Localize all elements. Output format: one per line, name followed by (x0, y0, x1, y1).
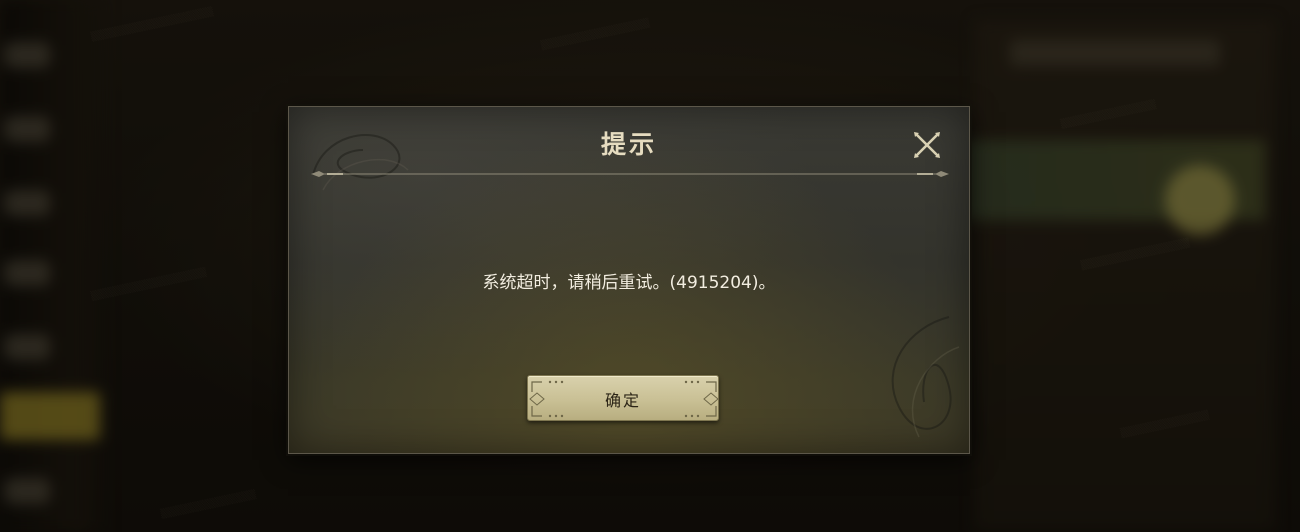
confirm-button-label: 确定 (604, 391, 641, 410)
game-screen: ▒▒▒▒▒▒▒▒▒▒▒▒▒▒▒▒▒▒ ▒▒▒▒▒▒▒▒▒▒▒▒▒▒▒▒ ▒▒▒▒… (0, 0, 1300, 532)
close-x-icon (914, 132, 940, 158)
confirm-button[interactable]: 确定 (527, 375, 719, 421)
error-message: 系统超时，请稍后重试。(4915204)。 (482, 273, 776, 293)
title-divider (311, 171, 949, 177)
alert-dialog: 提示 系统超时，请稍后重试。(4915204)。 确定 (288, 106, 970, 454)
stone-swirl-decoration (891, 316, 960, 438)
close-button[interactable] (911, 129, 943, 161)
dialog-title: 提示 (600, 130, 657, 159)
